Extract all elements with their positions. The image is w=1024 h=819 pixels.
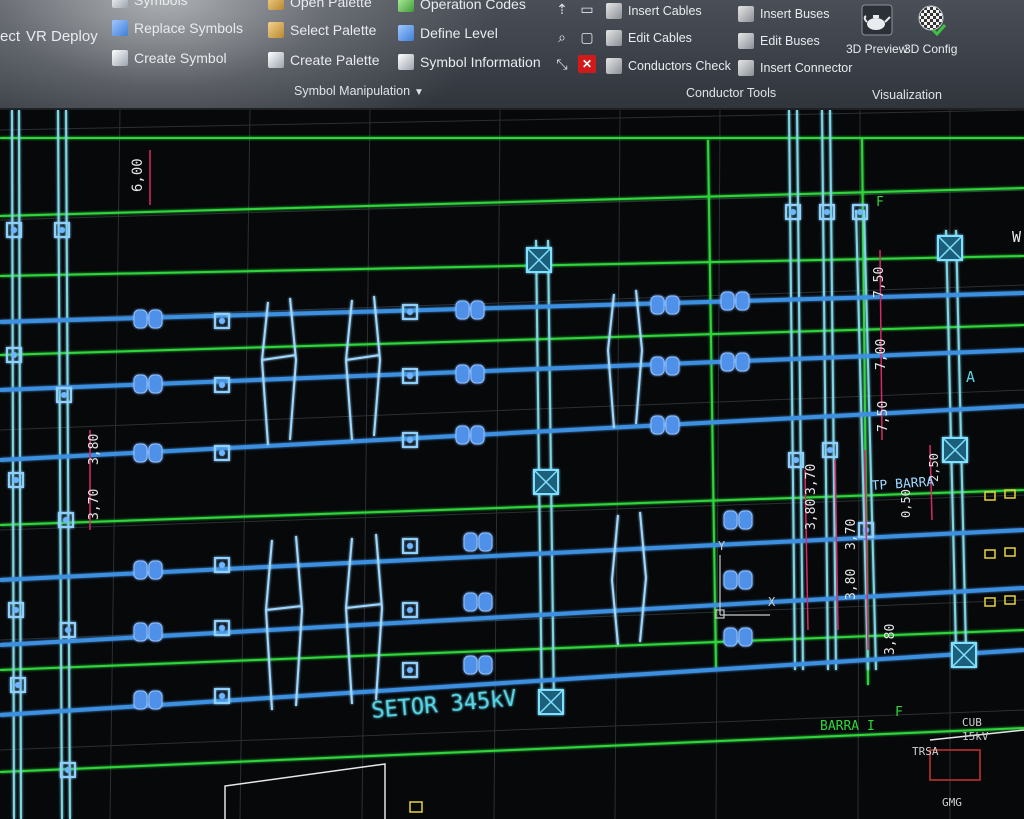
dim-3-80-b: 3,80 bbox=[844, 569, 859, 600]
dim-3-70-a: 3,70 bbox=[804, 464, 819, 495]
teapot-icon bbox=[861, 4, 893, 36]
barra-i-label: BARRA I bbox=[820, 719, 875, 734]
open-palette-icon bbox=[268, 0, 284, 10]
create-palette-icon bbox=[268, 52, 284, 68]
chevron-down-icon: ▼ bbox=[414, 87, 424, 98]
dim-6-00: 6,00 bbox=[130, 158, 146, 192]
insert-buses-icon bbox=[738, 6, 754, 22]
insert-connector-button[interactable]: Insert Connector bbox=[738, 60, 852, 76]
insert-cables-button[interactable]: Insert Cables bbox=[606, 3, 702, 19]
search-tool-icon[interactable]: ⌕ bbox=[553, 28, 571, 46]
define-level-label: Define Level bbox=[420, 25, 498, 41]
symbol-information-icon bbox=[398, 54, 414, 70]
replace-symbols-button[interactable]: Replace Symbols bbox=[112, 20, 243, 36]
symbol-manipulation-group[interactable]: Symbol Manipulation ▼ bbox=[294, 84, 424, 98]
symbols-icon bbox=[112, 0, 128, 8]
dim-3-70-left: 3,70 bbox=[87, 489, 102, 520]
dim-0-50: 0,50 bbox=[899, 489, 913, 518]
copy-tool-icon[interactable]: ▭ bbox=[578, 0, 596, 18]
edit-cables-label: Edit Cables bbox=[628, 31, 692, 45]
symbols-label: Symbols bbox=[134, 0, 188, 8]
trsa-label: TRSA bbox=[912, 745, 939, 758]
ribbon-toolbar: ect VR Deploy Symbols Replace Symbols Cr… bbox=[0, 0, 1024, 110]
delete-tool-icon[interactable]: ✕ bbox=[578, 55, 596, 73]
select-palette-button[interactable]: Select Palette bbox=[268, 22, 376, 38]
ucs-y-label: Y bbox=[718, 539, 726, 553]
visualization-label: Visualization bbox=[872, 88, 942, 102]
tp-barra-label: TP BARRA bbox=[871, 475, 935, 494]
3d-config-button[interactable]: 3D Config bbox=[904, 4, 957, 56]
edit-buses-label: Edit Buses bbox=[760, 34, 820, 48]
conductor-tools-group[interactable]: Conductor Tools bbox=[686, 86, 776, 100]
insert-cables-icon bbox=[606, 3, 622, 19]
operation-codes-label: Operation Codes bbox=[420, 0, 526, 12]
replace-symbols-label: Replace Symbols bbox=[134, 20, 243, 36]
insert-buses-label: Insert Buses bbox=[760, 7, 830, 21]
define-level-button[interactable]: Define Level bbox=[398, 25, 498, 41]
vr-deploy-button[interactable]: VR Deploy bbox=[26, 28, 98, 45]
dim-3-80-a: 3,80 bbox=[804, 499, 819, 530]
3d-preview-button[interactable]: 3D Preview bbox=[846, 4, 907, 56]
open-palette-button[interactable]: Open Palette bbox=[268, 0, 372, 10]
dim-3-80-d: 3,80 bbox=[87, 434, 102, 465]
dim-3-80-c: 3,80 bbox=[883, 624, 898, 655]
frame-tool-icon[interactable]: ▢ bbox=[578, 28, 596, 46]
dim-7-50-bottom: 7,50 bbox=[876, 401, 891, 432]
a-label: A bbox=[966, 368, 975, 386]
create-symbol-label: Create Symbol bbox=[134, 50, 227, 66]
gmg-label: GMG bbox=[942, 796, 962, 809]
edit-buses-button[interactable]: Edit Buses bbox=[738, 33, 820, 49]
f-label-top: F bbox=[876, 195, 884, 210]
conductors-check-button[interactable]: Conductors Check bbox=[606, 58, 731, 74]
select-label: ect bbox=[0, 28, 21, 45]
3d-config-label: 3D Config bbox=[904, 42, 958, 56]
ucs-x-label: X bbox=[768, 595, 776, 609]
operation-codes-button[interactable]: Operation Codes bbox=[398, 0, 526, 12]
dim-7-00: 7,00 bbox=[874, 339, 889, 370]
select-palette-label: Select Palette bbox=[290, 22, 377, 38]
define-level-icon bbox=[398, 25, 414, 41]
bus-lines bbox=[0, 291, 1024, 717]
open-palette-label: Open Palette bbox=[290, 0, 372, 10]
cad-drawing[interactable]: 6,00 3,70 7,50 7,00 7,50 3,80 3,70 3,70 … bbox=[0, 110, 1024, 819]
conductors-check-icon bbox=[606, 58, 622, 74]
symbol-information-button[interactable]: Symbol Information bbox=[398, 54, 541, 70]
stretch-tool-icon[interactable]: ⤡ bbox=[553, 55, 571, 73]
insert-cables-label: Insert Cables bbox=[628, 4, 702, 18]
insulators bbox=[133, 291, 753, 710]
insert-connector-label: Insert Connector bbox=[760, 61, 853, 75]
select-palette-icon bbox=[268, 22, 284, 38]
symbol-information-label: Symbol Information bbox=[420, 54, 541, 70]
upload-tool-icon[interactable]: ⇡ bbox=[553, 0, 571, 18]
w-label: W bbox=[1012, 228, 1022, 246]
create-symbol-icon bbox=[112, 50, 128, 66]
f-label-bottom: F bbox=[895, 705, 903, 720]
3d-preview-label: 3D Preview bbox=[846, 42, 908, 56]
cub-label: CUB bbox=[962, 716, 982, 729]
create-symbol-button[interactable]: Create Symbol bbox=[112, 50, 227, 66]
cub-kv-label: 15kV bbox=[962, 730, 989, 743]
dimension-lines bbox=[89, 150, 933, 651]
dim-3-70-b: 3,70 bbox=[844, 519, 859, 550]
symbol-manipulation-label: Symbol Manipulation bbox=[294, 84, 411, 98]
vr-deploy-label: VR Deploy bbox=[26, 28, 98, 45]
drawing-canvas[interactable]: 6,00 3,70 7,50 7,00 7,50 3,80 3,70 3,70 … bbox=[0, 110, 1024, 819]
replace-symbols-icon bbox=[112, 20, 128, 36]
edit-buses-icon bbox=[738, 33, 754, 49]
insert-connector-icon bbox=[738, 60, 754, 76]
create-palette-button[interactable]: Create Palette bbox=[268, 52, 380, 68]
visualization-group[interactable]: Visualization bbox=[872, 88, 942, 102]
edit-cables-button[interactable]: Edit Cables bbox=[606, 30, 692, 46]
select-button-cut[interactable]: ect bbox=[0, 28, 20, 45]
create-palette-label: Create Palette bbox=[290, 52, 380, 68]
insert-buses-button[interactable]: Insert Buses bbox=[738, 6, 829, 22]
edit-cables-icon bbox=[606, 30, 622, 46]
dim-7-50-top: 7,50 bbox=[872, 267, 887, 298]
operation-codes-icon bbox=[398, 0, 414, 12]
conductors-check-label: Conductors Check bbox=[628, 59, 731, 73]
symbols-button-cut[interactable]: Symbols bbox=[112, 0, 188, 8]
conductor-tools-label: Conductor Tools bbox=[686, 86, 777, 100]
building-outlines bbox=[224, 729, 1024, 819]
checker-sphere-icon bbox=[918, 5, 946, 36]
